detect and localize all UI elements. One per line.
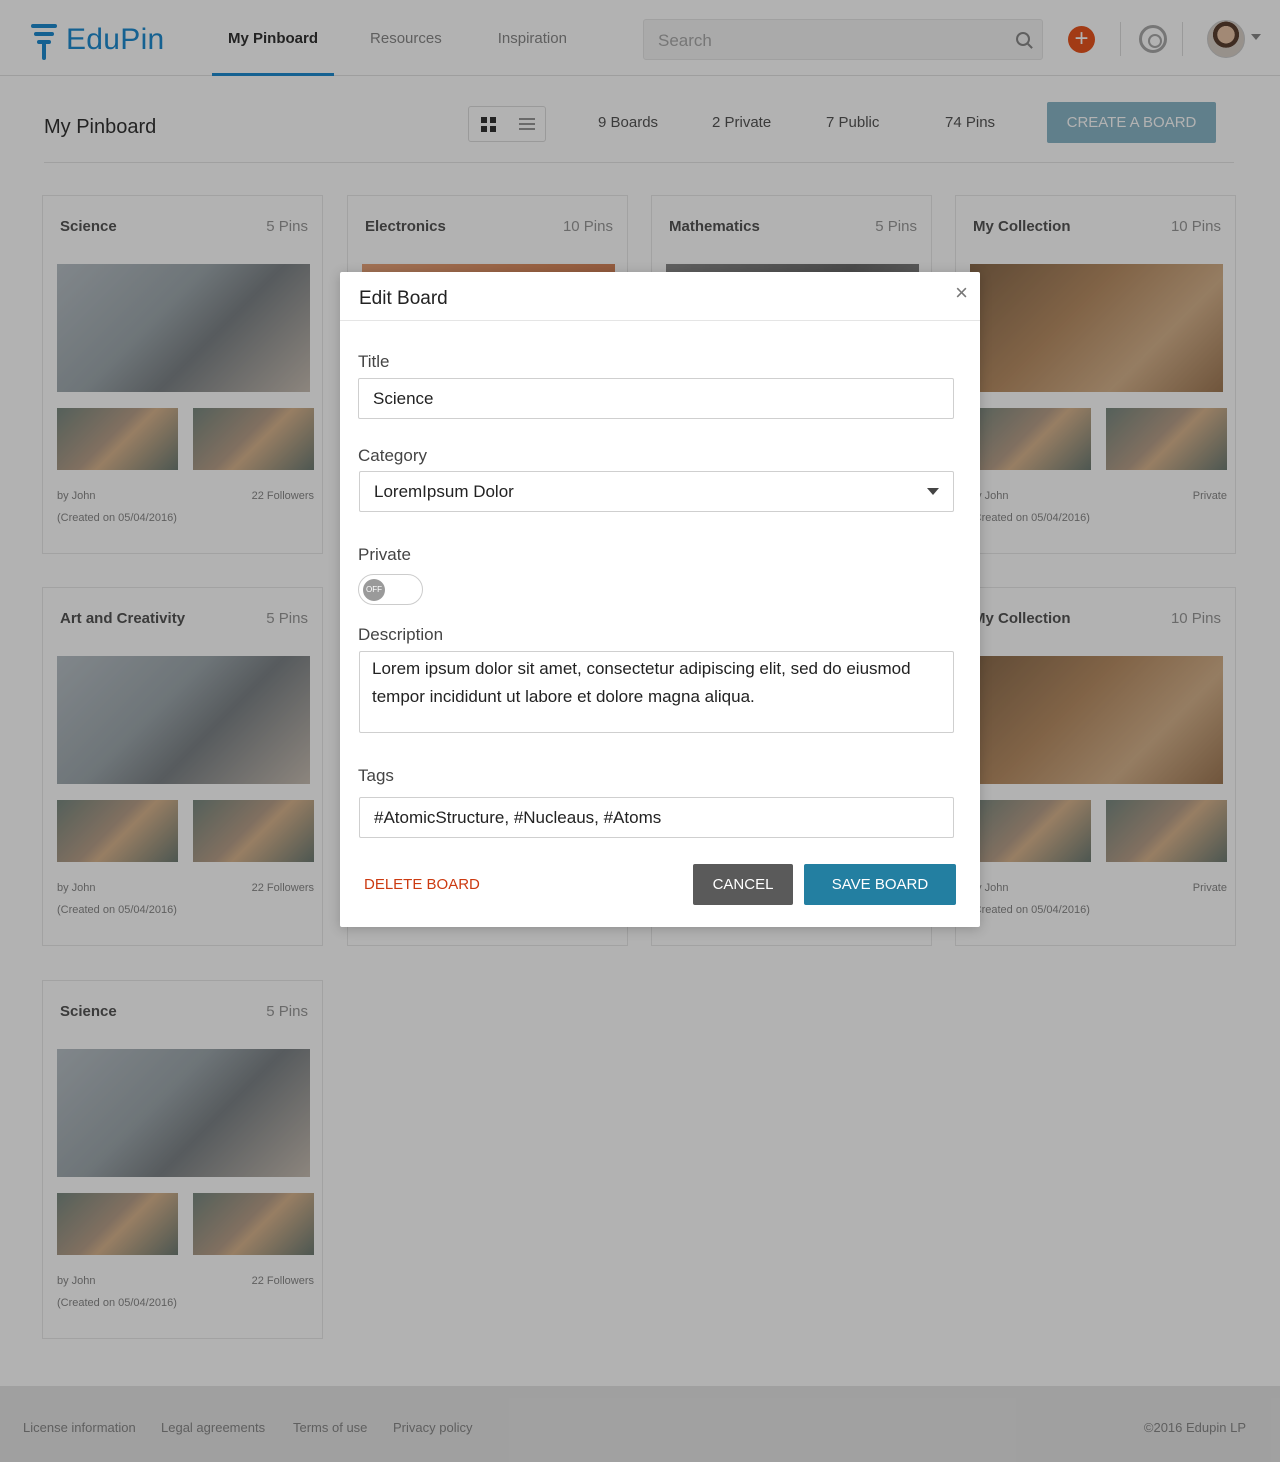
save-board-button[interactable]: SAVE BOARD	[804, 864, 956, 905]
category-select[interactable]: LoremIpsum Dolor	[359, 471, 954, 512]
delete-board-button[interactable]: DELETE BOARD	[364, 876, 480, 893]
title-input[interactable]: Science	[358, 378, 954, 419]
private-toggle[interactable]: OFF	[358, 574, 423, 605]
category-value: LoremIpsum Dolor	[374, 482, 514, 501]
private-label: Private	[358, 545, 411, 564]
chevron-down-icon	[927, 488, 939, 495]
description-textarea[interactable]: Lorem ipsum dolor sit amet, consectetur …	[359, 651, 954, 733]
cancel-button[interactable]: CANCEL	[693, 864, 793, 905]
tags-label: Tags	[358, 766, 394, 785]
close-icon[interactable]: ×	[955, 282, 968, 304]
title-label: Title	[358, 352, 390, 371]
description-label: Description	[358, 625, 444, 644]
modal-title: Edit Board	[359, 288, 448, 309]
tags-input[interactable]: #AtomicStructure, #Nucleaus, #Atoms	[359, 797, 954, 838]
category-label: Category	[358, 446, 427, 465]
modal-header: Edit Board ×	[340, 272, 980, 321]
toggle-knob: OFF	[363, 579, 385, 601]
edit-board-modal: Edit Board × Title Science Category Lore…	[340, 272, 980, 927]
